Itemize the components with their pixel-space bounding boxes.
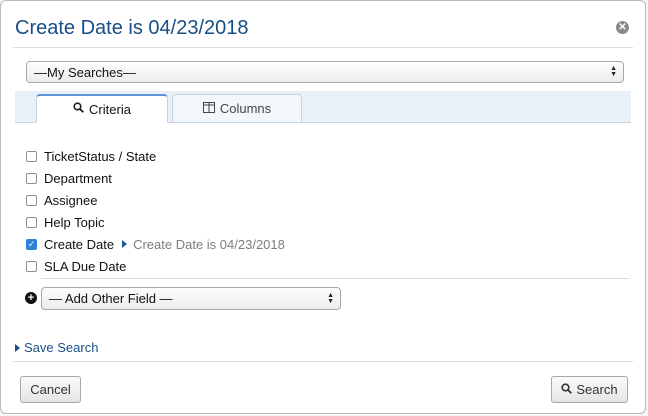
field-label: Create Date [44, 236, 115, 252]
plus-circle-icon: + [25, 292, 37, 304]
dialog-title: Create Date is 04/23/2018 [15, 17, 249, 39]
field-label: SLA Due Date [44, 258, 127, 274]
field-department[interactable]: Department [26, 167, 285, 189]
search-icon [561, 382, 573, 397]
cancel-button-label: Cancel [30, 382, 71, 397]
divider [13, 47, 633, 48]
caret-right-icon[interactable] [122, 240, 128, 248]
select-arrows-icon: ▲ ▼ [610, 65, 617, 78]
save-search-label: Save Search [24, 340, 99, 355]
columns-icon [202, 101, 215, 116]
close-icon[interactable]: ✕ [616, 21, 629, 34]
tab-bar: Criteria Columns [15, 91, 631, 123]
field-ticket-status[interactable]: TicketStatus / State [26, 145, 285, 167]
caret-right-icon [15, 343, 20, 352]
cancel-button[interactable]: Cancel [20, 376, 81, 403]
advanced-search-dialog: Create Date is 04/23/2018 ✕ —My Searches… [0, 0, 646, 414]
tab-criteria[interactable]: Criteria [36, 94, 168, 123]
field-label: TicketStatus / State [44, 148, 157, 164]
criteria-field-list: TicketStatus / State Department Assignee… [26, 145, 285, 277]
tab-columns-label: Columns [219, 101, 272, 116]
ticket-status-checkbox[interactable] [26, 150, 37, 162]
field-sla-due-date[interactable]: SLA Due Date [26, 255, 285, 277]
add-other-field-value: — Add Other Field — [49, 291, 173, 306]
sla-due-date-checkbox[interactable] [26, 260, 37, 272]
field-help-topic[interactable]: Help Topic [26, 211, 285, 233]
search-button-label: Search [576, 382, 618, 397]
create-date-checkbox[interactable]: ✓ [26, 238, 37, 250]
help-topic-checkbox[interactable] [26, 216, 37, 228]
tab-criteria-label: Criteria [89, 101, 131, 117]
divider [41, 278, 629, 279]
field-create-date[interactable]: ✓ Create Date Create Date is 04/23/2018 [26, 233, 285, 255]
field-label: Department [44, 170, 112, 186]
my-searches-select-value: —My Searches— [34, 64, 136, 80]
assignee-checkbox[interactable] [26, 194, 37, 206]
add-other-field-select[interactable]: — Add Other Field — ▲ ▼ [41, 287, 341, 310]
create-date-criteria[interactable]: Create Date is 04/23/2018 [133, 237, 285, 252]
save-search-toggle[interactable]: Save Search [15, 340, 98, 355]
field-label: Assignee [44, 192, 98, 208]
search-icon [73, 102, 84, 116]
divider [13, 361, 633, 362]
search-button[interactable]: Search [551, 376, 628, 403]
field-label: Help Topic [44, 214, 105, 230]
my-searches-select[interactable]: —My Searches— ▲ ▼ [26, 61, 624, 83]
tab-columns[interactable]: Columns [172, 94, 302, 123]
department-checkbox[interactable] [26, 172, 37, 184]
select-arrows-icon: ▲ ▼ [327, 291, 334, 305]
field-assignee[interactable]: Assignee [26, 189, 285, 211]
